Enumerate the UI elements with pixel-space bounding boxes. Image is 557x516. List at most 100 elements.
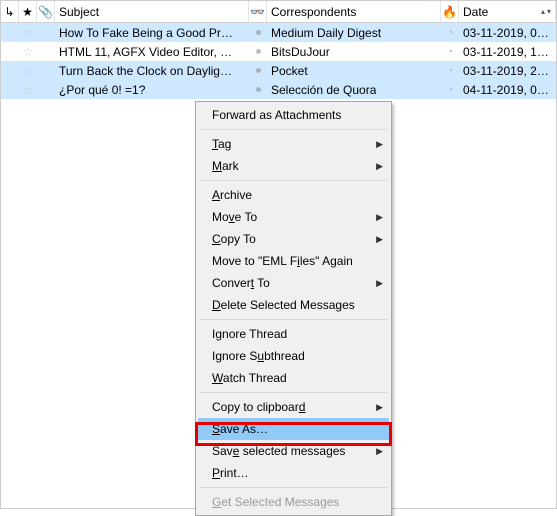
menu-item[interactable]: Mark▶: [198, 155, 389, 177]
menu-item-label: Tag: [212, 137, 231, 151]
menu-item[interactable]: Copy To▶: [198, 228, 389, 250]
message-row[interactable]: ☆ Turn Back the Clock on Daylig… Pocket ◔ 03…: [1, 61, 556, 80]
star-cell[interactable]: ☆: [19, 45, 37, 59]
col-read[interactable]: 👓: [249, 1, 267, 22]
submenu-arrow-icon: ▶: [376, 446, 383, 457]
date-icon-cell: ◔: [441, 27, 459, 39]
column-header-row: ↳ ★ 📎 Subject 👓 Correspondents 🔥 Date ▴ …: [1, 1, 556, 23]
menu-separator: [199, 319, 388, 320]
date-text: 04-11-2019, 02:…: [463, 83, 552, 97]
subject-text: Turn Back the Clock on Daylig…: [59, 64, 232, 78]
col-date[interactable]: Date ▴ ▾: [459, 1, 556, 22]
flag-icon: 🔥: [442, 5, 457, 19]
submenu-arrow-icon: ▶: [376, 402, 383, 413]
read-cell[interactable]: [249, 49, 267, 54]
star-icon: ★: [22, 5, 33, 19]
subject-cell: Turn Back the Clock on Daylig…: [55, 64, 249, 78]
menu-item-label: Print…: [212, 466, 249, 480]
menu-item-label: Copy to clipboard: [212, 400, 305, 414]
menu-item-label: Get Selected Messages: [212, 495, 339, 509]
date-icon-cell: ◔: [441, 65, 459, 77]
star-cell[interactable]: ☆: [19, 64, 37, 78]
col-subject[interactable]: Subject: [55, 1, 249, 22]
star-outline-icon: ☆: [23, 45, 34, 59]
unread-dot-icon: [256, 30, 261, 35]
menu-item-label: Convert To: [212, 276, 270, 290]
menu-item[interactable]: Watch Thread: [198, 367, 389, 389]
menu-item-label: Archive: [212, 188, 252, 202]
menu-item[interactable]: Move To▶: [198, 206, 389, 228]
menu-item[interactable]: Ignore Thread: [198, 323, 389, 345]
menu-item[interactable]: Tag▶: [198, 133, 389, 155]
date-icon-cell: ◔: [441, 84, 459, 96]
menu-item-label: Move to "EML Files" Again: [212, 254, 353, 268]
menu-separator: [199, 392, 388, 393]
col-correspondents[interactable]: Correspondents: [267, 1, 441, 22]
star-outline-icon: ☆: [23, 26, 34, 40]
read-cell[interactable]: [249, 68, 267, 73]
message-list: ☆ How To Fake Being a Good Pr… Medium Dail…: [1, 23, 556, 99]
menu-item[interactable]: Forward as Attachments: [198, 104, 389, 126]
menu-item[interactable]: Save selected messages▶: [198, 440, 389, 462]
date-text: 03-11-2019, 14:…: [463, 45, 552, 59]
col-flag[interactable]: 🔥: [441, 1, 459, 22]
col-starred[interactable]: ★: [19, 1, 37, 22]
star-outline-icon: ☆: [23, 64, 34, 78]
submenu-arrow-icon: ▶: [376, 234, 383, 245]
col-correspondents-label: Correspondents: [271, 5, 356, 19]
sort-indicator: ▴ ▾: [541, 7, 551, 16]
date-cell: 03-11-2019, 08:…: [459, 26, 556, 40]
subject-text: HTML 11, AGFX Video Editor, …: [59, 45, 232, 59]
date-text: 03-11-2019, 20:…: [463, 64, 552, 78]
menu-item-label: Save As…: [212, 422, 268, 436]
menu-item[interactable]: Delete Selected Messages: [198, 294, 389, 316]
menu-separator: [199, 129, 388, 130]
date-cell: 03-11-2019, 14:…: [459, 45, 556, 59]
date-icon-cell: ◔: [441, 46, 459, 58]
star-cell[interactable]: ☆: [19, 26, 37, 40]
correspondent-text: Selección de Quora: [271, 83, 376, 97]
date-cell: 04-11-2019, 02:…: [459, 83, 556, 97]
menu-item[interactable]: Ignore Subthread: [198, 345, 389, 367]
message-row[interactable]: ☆ How To Fake Being a Good Pr… Medium Dail…: [1, 23, 556, 42]
glasses-icon: 👓: [250, 5, 265, 19]
menu-item[interactable]: Print…: [198, 462, 389, 484]
star-outline-icon: ☆: [23, 83, 34, 97]
subject-cell: HTML 11, AGFX Video Editor, …: [55, 45, 249, 59]
subject-cell: How To Fake Being a Good Pr…: [55, 26, 249, 40]
clock-icon: ◔: [447, 46, 454, 58]
message-row[interactable]: ☆HTML 11, AGFX Video Editor, …BitsDuJour…: [1, 42, 556, 61]
context-menu[interactable]: Forward as AttachmentsTag▶Mark▶ArchiveMo…: [195, 101, 392, 516]
read-cell[interactable]: [249, 30, 267, 35]
sort-asc-icon: ▴: [541, 7, 545, 16]
attachment-icon: 📎: [38, 5, 53, 19]
correspondent-cell: Pocket: [267, 64, 441, 78]
menu-item[interactable]: Save As…: [198, 418, 389, 440]
menu-item[interactable]: Copy to clipboard ▶: [198, 396, 389, 418]
date-text: 03-11-2019, 08:…: [463, 26, 552, 40]
date-cell: 03-11-2019, 20:…: [459, 64, 556, 78]
col-attachments[interactable]: 📎: [37, 1, 55, 22]
correspondent-text: Pocket: [271, 64, 308, 78]
subject-text: ¿Por qué 0! =1?: [59, 83, 145, 97]
correspondent-cell: Medium Daily Digest: [267, 26, 441, 40]
sort-desc-icon: ▾: [547, 7, 551, 16]
menu-item[interactable]: Convert To ▶: [198, 272, 389, 294]
col-thread[interactable]: ↳: [1, 1, 19, 22]
menu-item-label: Delete Selected Messages: [212, 298, 355, 312]
read-cell[interactable]: [249, 87, 267, 92]
menu-item: Get Selected Messages: [198, 491, 389, 513]
menu-item-label: Ignore Subthread: [212, 349, 305, 363]
submenu-arrow-icon: ▶: [376, 278, 383, 289]
menu-item-label: Mark: [212, 159, 239, 173]
unread-dot-icon: [256, 49, 261, 54]
menu-item[interactable]: Archive: [198, 184, 389, 206]
message-row[interactable]: ☆ ¿Por qué 0! =1? Selección de Quora ◔ 04-11…: [1, 80, 556, 99]
correspondent-cell: Selección de Quora: [267, 83, 441, 97]
star-cell[interactable]: ☆: [19, 83, 37, 97]
menu-item-label: Move To: [212, 210, 257, 224]
col-subject-label: Subject: [59, 5, 99, 19]
unread-dot-icon: [256, 87, 261, 92]
clock-icon: ◔: [447, 65, 454, 77]
menu-item[interactable]: Move to "EML Files" Again: [198, 250, 389, 272]
